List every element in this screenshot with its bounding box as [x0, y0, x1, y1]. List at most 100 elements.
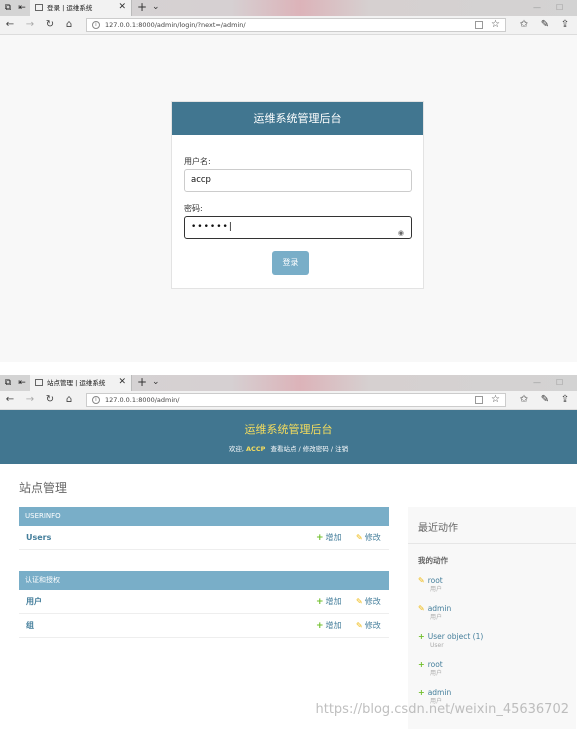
username-input[interactable]: accp [184, 169, 412, 192]
maximize-icon[interactable]: ☐ [556, 2, 563, 13]
favorite-star-icon[interactable]: ☆ [491, 19, 500, 31]
model-link-users[interactable]: Users [26, 526, 51, 550]
favorites-icon[interactable]: ✩ [518, 18, 530, 32]
tab-title: 站点管理 | 运维系统 [47, 379, 106, 387]
password-value: •••••• [191, 222, 229, 232]
divider [408, 543, 576, 544]
logout-link[interactable]: 注销 [335, 445, 348, 453]
info-icon[interactable]: i [92, 21, 100, 29]
notes-icon[interactable]: ✎ [539, 18, 551, 32]
forward-icon[interactable]: → [24, 18, 36, 32]
info-icon[interactable]: i [92, 396, 100, 404]
close-tab-icon[interactable]: ✕ [118, 2, 126, 13]
minimize-icon[interactable]: — [533, 2, 541, 13]
add-group-link[interactable]: + 增加 [316, 614, 342, 638]
favorites-icon[interactable]: ✩ [518, 393, 530, 407]
new-tab-icon[interactable]: + [137, 376, 147, 389]
tab-title: 登录 | 运维系统 [47, 4, 93, 12]
page-title: 站点管理 [19, 481, 68, 495]
set-tabs-aside-icon[interactable]: ⇤ [17, 3, 27, 13]
new-tab-icon[interactable]: + [137, 1, 147, 14]
module-caption[interactable]: USERINFO [19, 507, 389, 526]
back-icon[interactable]: ← [4, 18, 16, 32]
action-name: root [427, 660, 443, 669]
pencil-icon: ✎ [418, 576, 425, 585]
list-item: ✎ admin 用户 [418, 604, 568, 622]
change-group-link[interactable]: ✎ 修改 [356, 614, 381, 638]
recent-action-link[interactable]: + admin [418, 688, 568, 698]
plus-icon: + [316, 621, 324, 631]
module-caption[interactable]: 认证和授权 [19, 571, 389, 590]
recent-action-link[interactable]: + User object (1) [418, 632, 568, 642]
tab-actions-icon[interactable]: ⧉ [3, 378, 13, 388]
recent-action-link[interactable]: ✎ admin [418, 604, 568, 614]
action-name: admin [427, 688, 452, 697]
model-link-group[interactable]: 组 [26, 614, 34, 638]
home-icon[interactable]: ⌂ [63, 393, 75, 407]
action-type: 用户 [430, 670, 443, 677]
change-user-link[interactable]: ✎ 修改 [356, 590, 381, 614]
change-users-link[interactable]: ✎ 修改 [356, 526, 381, 550]
back-icon[interactable]: ← [4, 393, 16, 407]
minimize-icon[interactable]: — [533, 377, 541, 388]
browser-tab[interactable]: 站点管理 | 运维系统 ✕ [30, 375, 132, 391]
set-tabs-aside-icon[interactable]: ⇤ [17, 378, 27, 388]
plus-icon: + [418, 632, 425, 641]
chevron-down-icon[interactable]: ⌄ [152, 1, 160, 14]
reveal-password-icon[interactable]: ◉ [398, 223, 404, 244]
list-item: + root 用户 [418, 660, 568, 678]
password-input[interactable]: ••••••| ◉ [184, 216, 412, 239]
tab-actions-icon[interactable]: ⧉ [3, 3, 13, 13]
action-type: 用户 [430, 586, 443, 593]
reading-view-icon[interactable] [475, 396, 483, 404]
pencil-icon: ✎ [356, 621, 363, 630]
admin-header: 运维系统管理后台 欢迎, ACCP 查看站点 / 修改密码 / 注销 [0, 410, 577, 464]
browser-tab[interactable]: 登录 | 运维系统 ✕ [30, 0, 132, 16]
action-name: admin [427, 604, 452, 613]
browser-tab-bar: ⧉ ⇤ 登录 | 运维系统 ✕ + ⌄ — ☐ [0, 0, 577, 16]
favorite-star-icon[interactable]: ☆ [491, 394, 500, 406]
pencil-icon: ✎ [418, 604, 425, 613]
plus-icon: + [316, 533, 324, 543]
admin-screenshot: ⧉ ⇤ 站点管理 | 运维系统 ✕ + ⌄ — ☐ ← → ↻ ⌂ i 127.… [0, 375, 577, 729]
list-item: + User object (1) User [418, 632, 568, 650]
plus-icon: + [316, 597, 324, 607]
home-icon[interactable]: ⌂ [63, 18, 75, 32]
add-user-link[interactable]: + 增加 [316, 590, 342, 614]
maximize-icon[interactable]: ☐ [556, 377, 563, 388]
url-text: 127.0.0.1:8000/admin/ [105, 396, 180, 404]
site-branding[interactable]: 运维系统管理后台 [0, 421, 577, 437]
share-icon[interactable]: ⇪ [559, 393, 571, 407]
refresh-icon[interactable]: ↻ [44, 393, 56, 407]
notes-icon[interactable]: ✎ [539, 393, 551, 407]
login-button[interactable]: 登录 [272, 251, 309, 275]
address-bar[interactable]: i 127.0.0.1:8000/admin/ ☆ [86, 393, 506, 407]
site-branding-text: 运维系统管理后台 [244, 423, 333, 436]
password-label: 密码: [184, 204, 203, 213]
recent-action-link[interactable]: ✎ root [418, 576, 568, 586]
view-site-link[interactable]: 查看站点 [270, 445, 296, 453]
recent-actions-panel: 最近动作 我的动作 ✎ root 用户 ✎ admin 用户 + User objec… [408, 507, 576, 729]
close-tab-icon[interactable]: ✕ [118, 377, 126, 388]
list-item: ✎ root 用户 [418, 576, 568, 594]
refresh-icon[interactable]: ↻ [44, 18, 56, 32]
action-type: User [430, 642, 444, 649]
recent-actions-title: 最近动作 [418, 523, 458, 534]
add-users-link[interactable]: + 增加 [316, 526, 342, 550]
screenshot-gap [0, 362, 577, 375]
welcome-text: 欢迎, [228, 445, 244, 453]
action-name: User object (1) [427, 632, 484, 641]
change-password-link[interactable]: 修改密码 [303, 445, 329, 453]
forward-icon[interactable]: → [24, 393, 36, 407]
pencil-icon: ✎ [356, 597, 363, 606]
login-form: 运维系统管理后台 用户名: accp 密码: ••••••| ◉ 登录 [171, 101, 424, 289]
recent-action-link[interactable]: + root [418, 660, 568, 670]
add-label: 增加 [325, 533, 342, 542]
address-bar[interactable]: i 127.0.0.1:8000/admin/login/?next=/admi… [86, 18, 506, 32]
reading-view-icon[interactable] [475, 21, 483, 29]
share-icon[interactable]: ⇪ [559, 18, 571, 32]
add-label: 增加 [325, 621, 342, 630]
model-link-user[interactable]: 用户 [26, 590, 42, 614]
username-label: 用户名: [184, 157, 211, 166]
chevron-down-icon[interactable]: ⌄ [152, 376, 160, 389]
